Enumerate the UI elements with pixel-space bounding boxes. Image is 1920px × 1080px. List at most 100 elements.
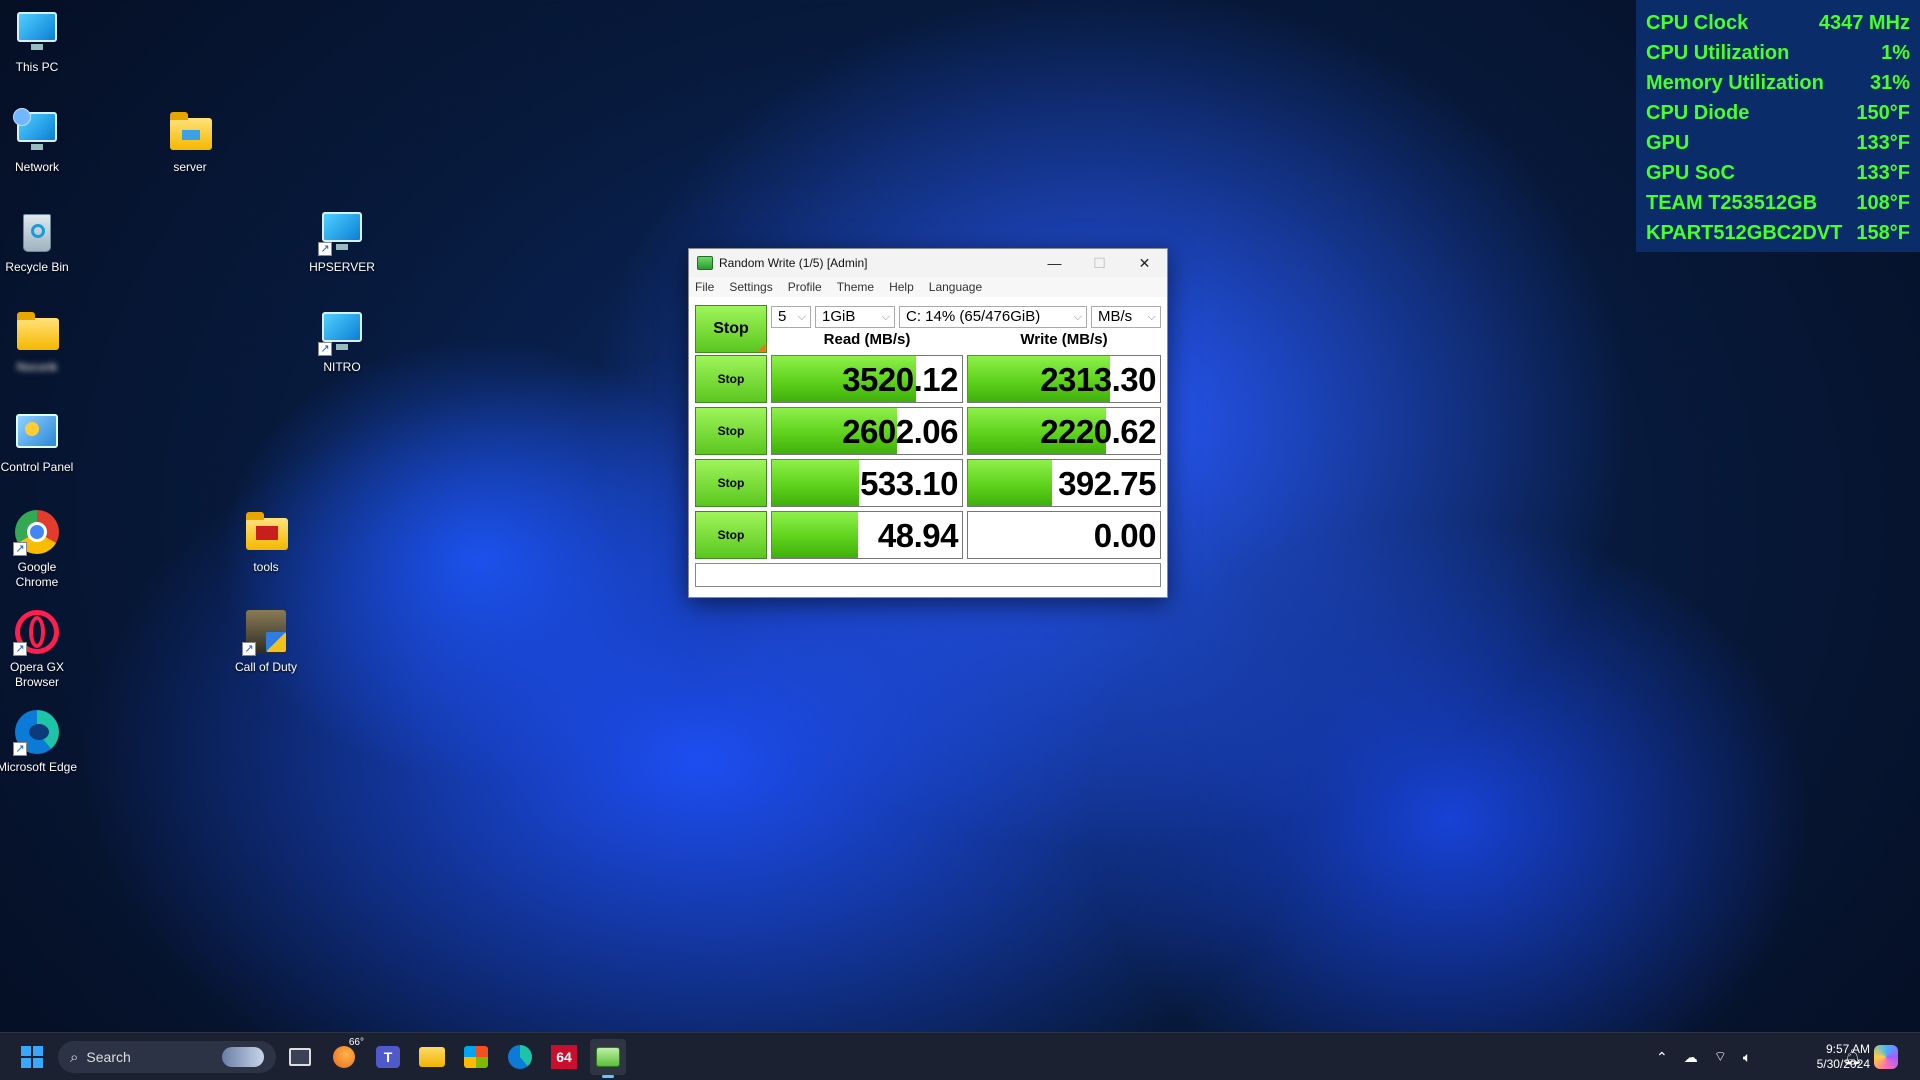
file-explorer-button[interactable] xyxy=(414,1039,450,1075)
desktop-icon-label: Network xyxy=(14,160,59,174)
test-stop-button[interactable]: Stop xyxy=(695,355,767,403)
shortcut-arrow-icon: ↗ xyxy=(242,642,256,656)
sensor-label: TEAM T253512GB xyxy=(1646,191,1818,214)
test-size-value: 1GiB xyxy=(822,308,856,325)
test-count-select[interactable]: 5 ⌵ xyxy=(771,306,811,328)
sensor-row: TEAM T253512GB 108°F xyxy=(1646,188,1910,218)
menu-bar: File Settings Profile Theme Help Languag… xyxy=(689,277,1167,297)
menu-theme[interactable]: Theme xyxy=(837,280,874,294)
drive-value: C: 14% (65/476GiB) xyxy=(906,308,1041,325)
edge-icon: ↗ xyxy=(13,708,61,756)
desktop-icon-label: This PC xyxy=(15,60,59,74)
sensor-label: Memory Utilization xyxy=(1646,71,1824,94)
network-icon xyxy=(13,108,61,156)
copilot-button[interactable] xyxy=(1874,1033,1898,1080)
sensor-value: 133°F xyxy=(1856,161,1910,184)
shortcut-arrow-icon: ↗ xyxy=(318,342,332,356)
start-button[interactable] xyxy=(14,1039,50,1075)
desktop-icon-this-pc[interactable]: This PC xyxy=(0,8,79,75)
app-icon xyxy=(697,256,713,270)
window-titlebar[interactable]: Random Write (1/5) [Admin] — ☐ ✕ xyxy=(689,249,1167,277)
search-icon: ⌕ xyxy=(70,1048,79,1066)
test-stop-button[interactable]: Stop xyxy=(695,459,767,507)
computer-icon: ↗ xyxy=(318,308,366,356)
chrome-icon: ↗ xyxy=(13,508,61,556)
sensor-overlay: CPU Clock 4347 MHz CPU Utilization 1% Memo… xyxy=(1636,0,1920,252)
shortcut-arrow-icon: ↗ xyxy=(318,242,332,256)
sensor-value: 133°F xyxy=(1856,131,1910,154)
control-panel-icon xyxy=(13,408,61,456)
menu-profile[interactable]: Profile xyxy=(788,280,822,294)
test-size-select[interactable]: 1GiB ⌵ xyxy=(815,306,895,328)
read-column-header: Read (MB/s) xyxy=(823,331,911,348)
menu-file[interactable]: File xyxy=(695,280,714,294)
teams-button[interactable]: T xyxy=(370,1039,406,1075)
edge-taskbar-button[interactable] xyxy=(502,1039,538,1075)
benchmark-row: Stop 3520.12 2313.30 xyxy=(695,355,1161,403)
taskbar-search[interactable]: ⌕ Search xyxy=(58,1041,276,1073)
teams-icon: T xyxy=(376,1046,400,1068)
desktop-icon-microsoft-edge[interactable]: ↗ Microsoft Edge xyxy=(0,708,79,775)
desktop-icon-server[interactable]: server xyxy=(148,108,232,175)
desktop-icon-label: Call of Duty xyxy=(234,660,298,674)
chevron-down-icon: ⌵ xyxy=(1147,311,1156,323)
notifications-button[interactable]: 🔔︎ xyxy=(1843,1033,1862,1080)
onedrive-icon[interactable]: ☁ xyxy=(1684,1049,1698,1066)
weather-button[interactable]: 66° xyxy=(326,1037,364,1075)
desktop-icon-hpserver[interactable]: ↗ HPSERVER xyxy=(300,208,384,275)
desktop-icon-control-panel[interactable]: Control Panel xyxy=(0,408,79,475)
test-stop-button[interactable]: Stop xyxy=(695,511,767,559)
close-button[interactable]: ✕ xyxy=(1122,249,1167,277)
desktop-icon-nitro[interactable]: ↗ NITRO xyxy=(300,308,384,375)
read-value: 48.94 xyxy=(877,517,959,554)
task-view-button[interactable] xyxy=(282,1039,318,1075)
desktop-icon-opera-gx[interactable]: ↗ Opera GX Browser xyxy=(0,608,79,690)
folder-icon xyxy=(242,508,290,556)
aida64-button[interactable]: 64 xyxy=(546,1039,582,1075)
menu-help[interactable]: Help xyxy=(889,280,914,294)
write-value: 392.75 xyxy=(1058,465,1156,502)
crystaldiskmark-taskbar-button[interactable] xyxy=(590,1039,626,1078)
maximize-icon: ☐ xyxy=(1093,254,1106,271)
menu-language[interactable]: Language xyxy=(929,280,982,294)
comment-field[interactable] xyxy=(695,563,1161,587)
desktop-icon-label: server xyxy=(173,160,207,174)
sensor-label: GPU SoC xyxy=(1646,161,1735,184)
volume-icon[interactable]: 🔈︎ xyxy=(1743,1049,1751,1066)
copilot-icon xyxy=(1874,1045,1898,1069)
folder-icon xyxy=(13,308,61,356)
wifi-icon[interactable]: ⌔ xyxy=(1714,1048,1727,1066)
windows-logo-icon xyxy=(21,1046,43,1068)
call-of-duty-icon: ↗ xyxy=(242,608,290,656)
read-result-cell: 2602.06 xyxy=(771,407,963,455)
sensor-value: 108°F xyxy=(1856,191,1910,214)
read-value: 2602.06 xyxy=(842,413,958,450)
desktop-icon-blurred-folder[interactable]: Nocorik xyxy=(0,308,79,375)
show-hidden-icons-button[interactable]: ⌃ xyxy=(1656,1049,1668,1066)
store-button[interactable] xyxy=(458,1039,494,1075)
test-stop-button[interactable]: Stop xyxy=(695,407,767,455)
sensor-row: CPU Clock 4347 MHz xyxy=(1646,8,1910,38)
read-bar xyxy=(772,460,860,506)
read-bar xyxy=(772,512,858,558)
sensor-label: CPU Utilization xyxy=(1646,41,1790,64)
task-view-icon xyxy=(289,1048,311,1066)
minimize-button[interactable]: — xyxy=(1032,249,1077,277)
chevron-down-icon: ⌵ xyxy=(797,311,806,323)
maximize-button[interactable]: ☐ xyxy=(1077,249,1122,277)
drive-select[interactable]: C: 14% (65/476GiB) ⌵ xyxy=(899,306,1087,328)
desktop-icon-call-of-duty[interactable]: ↗ Call of Duty xyxy=(224,608,308,675)
stop-all-button[interactable]: Stop xyxy=(695,305,767,353)
unit-value: MB/s xyxy=(1098,308,1133,325)
weather-temp: 66° xyxy=(348,1037,364,1048)
desktop-icon-google-chrome[interactable]: ↗ Google Chrome xyxy=(0,508,79,590)
menu-settings[interactable]: Settings xyxy=(729,280,772,294)
desktop-icon-recycle-bin[interactable]: Recycle Bin xyxy=(0,208,79,275)
write-value: 2313.30 xyxy=(1040,361,1156,398)
sensor-label: CPU Clock xyxy=(1646,11,1749,34)
sensor-value: 31% xyxy=(1869,71,1910,94)
desktop-icon-tools[interactable]: tools xyxy=(224,508,308,575)
desktop-icon-label: Recycle Bin xyxy=(5,260,69,274)
unit-select[interactable]: MB/s ⌵ xyxy=(1091,306,1161,328)
desktop-icon-network[interactable]: Network xyxy=(0,108,79,175)
